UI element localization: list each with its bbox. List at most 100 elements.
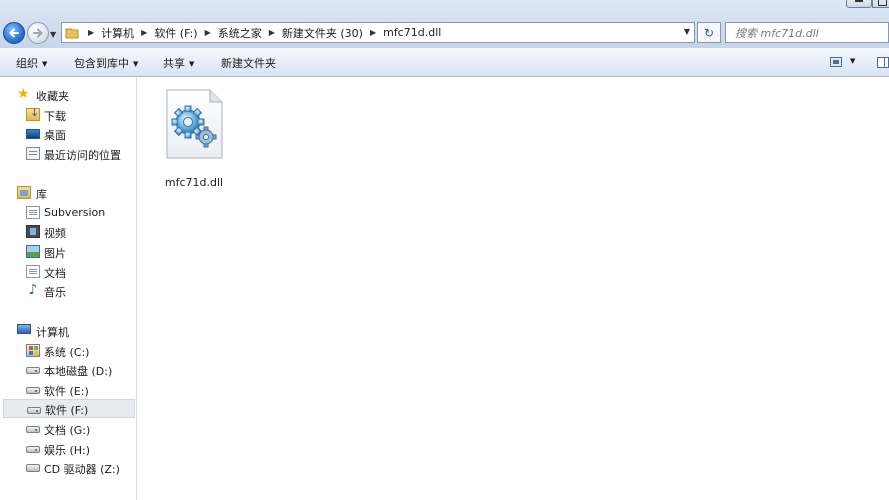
nav-item-drive-d[interactable]: 本地磁盘 (D:) — [0, 360, 135, 379]
nav-item-label: 音乐 — [44, 286, 66, 299]
nav-item-documents[interactable]: 文档 — [0, 262, 135, 281]
refresh-icon: ↻ — [703, 25, 715, 40]
breadcrumb-new-folder[interactable]: 新建文件夹 (30) — [280, 25, 365, 41]
breadcrumb-chevron-icon[interactable]: ▶ — [83, 28, 99, 37]
search-placeholder: 搜索 mfc71d.dll — [735, 26, 819, 40]
breadcrumb-chevron-icon[interactable]: ▶ — [264, 28, 280, 37]
computer-icon — [17, 324, 31, 334]
breadcrumb-current-folder[interactable]: mfc71d.dll — [381, 26, 443, 39]
nav-item-label: 系统 (C:) — [44, 346, 90, 359]
preview-pane-icon[interactable] — [877, 57, 889, 68]
system-drive-icon — [26, 344, 40, 357]
address-history-dropdown-icon[interactable]: ▼ — [684, 27, 690, 36]
hard-drive-icon — [26, 426, 40, 433]
recent-places-icon — [26, 147, 40, 160]
cd-drive-icon — [26, 464, 40, 472]
nav-item-label: 桌面 — [44, 129, 66, 142]
nav-item-drive-g[interactable]: 文档 (G:) — [0, 419, 135, 438]
include-in-library-menu[interactable]: 包含到库中 ▼ — [74, 55, 138, 71]
nav-item-label: 视频 — [44, 227, 66, 240]
hard-drive-icon — [27, 407, 41, 414]
nav-computer[interactable]: 计算机 — [0, 321, 135, 340]
nav-favorites-label: 收藏夹 — [36, 90, 69, 103]
minimize-button[interactable] — [846, 0, 872, 8]
hard-drive-icon — [26, 367, 40, 374]
command-bar: 组织 ▼ 包含到库中 ▼ 共享 ▼ 新建文件夹 ▼ — [0, 48, 889, 77]
document-icon — [26, 265, 40, 278]
forward-button[interactable] — [27, 22, 49, 44]
nav-item-label: Subversion — [44, 206, 106, 219]
nav-item-label: 下载 — [44, 110, 66, 123]
desktop-icon — [26, 129, 40, 139]
back-arrow-icon — [9, 28, 19, 38]
nav-item-downloads[interactable]: 下载 — [0, 105, 135, 124]
breadcrumb-chevron-icon[interactable]: ▶ — [365, 28, 381, 37]
nav-item-label: 文档 (G:) — [44, 424, 91, 437]
nav-item-label: 本地磁盘 (D:) — [44, 365, 113, 378]
organize-menu[interactable]: 组织 ▼ — [16, 55, 47, 71]
forward-arrow-icon — [33, 28, 43, 38]
breadcrumb-xitongzhijia[interactable]: 系统之家 — [216, 25, 264, 41]
new-folder-label: 新建文件夹 — [221, 57, 276, 70]
nav-item-label: 文档 — [44, 267, 66, 280]
include-in-library-label: 包含到库中 — [74, 57, 129, 70]
back-button[interactable] — [3, 22, 25, 44]
nav-item-drive-e[interactable]: 软件 (E:) — [0, 380, 135, 399]
nav-item-music[interactable]: ♪ 音乐 — [0, 281, 135, 300]
nav-item-label: 娱乐 (H:) — [44, 444, 91, 457]
file-item[interactable]: mfc71d.dll — [160, 87, 228, 189]
share-label: 共享 — [163, 57, 185, 70]
nav-item-pictures[interactable]: 图片 — [0, 242, 135, 261]
hard-drive-icon — [26, 446, 40, 453]
recent-pages-dropdown-icon[interactable]: ▼ — [50, 30, 56, 39]
picture-icon — [26, 245, 40, 258]
nav-item-drive-f[interactable]: 软件 (F:) — [3, 399, 135, 418]
nav-item-drive-z[interactable]: CD 驱动器 (Z:) — [0, 458, 135, 477]
nav-libraries[interactable]: 库 — [0, 183, 135, 202]
dropdown-arrow-icon: ▼ — [133, 60, 139, 68]
search-input[interactable]: 搜索 mfc71d.dll — [725, 22, 889, 43]
download-folder-icon — [26, 106, 40, 121]
hard-drive-icon — [26, 387, 40, 394]
restore-button[interactable] — [872, 0, 889, 8]
nav-item-desktop[interactable]: 桌面 — [0, 124, 135, 143]
nav-item-drive-h[interactable]: 娱乐 (H:) — [0, 439, 135, 458]
nav-favorites[interactable]: ★ 收藏夹 — [0, 85, 135, 104]
folder-icon — [65, 26, 79, 40]
star-icon: ★ — [17, 86, 30, 102]
nav-item-drive-c[interactable]: 系统 (C:) — [0, 341, 135, 360]
new-folder-button[interactable]: 新建文件夹 — [221, 55, 276, 71]
navigation-pane: ★ 收藏夹 下载 桌面 最近访问的位置 库 Subversion 视频 图片 文… — [0, 77, 137, 500]
nav-item-subversion[interactable]: Subversion — [0, 203, 135, 222]
nav-item-recent-places[interactable]: 最近访问的位置 — [0, 144, 135, 163]
address-field[interactable]: ▶ 计算机 ▶ 软件 (F:) ▶ 系统之家 ▶ 新建文件夹 (30) ▶ mf… — [61, 22, 695, 43]
breadcrumb: ▶ 计算机 ▶ 软件 (F:) ▶ 系统之家 ▶ 新建文件夹 (30) ▶ mf… — [83, 25, 443, 41]
refresh-button[interactable]: ↻ — [697, 22, 721, 43]
dll-settings-icon — [166, 89, 223, 159]
nav-item-label: 软件 (E:) — [44, 385, 89, 398]
file-name: mfc71d.dll — [164, 176, 224, 189]
change-view-icon[interactable] — [830, 57, 842, 67]
video-icon — [26, 225, 40, 238]
file-list: mfc71d.dll — [137, 77, 889, 500]
share-menu[interactable]: 共享 ▼ — [163, 55, 194, 71]
nav-item-label: CD 驱动器 (Z:) — [44, 463, 120, 476]
nav-computer-label: 计算机 — [36, 326, 69, 339]
view-options-dropdown-icon[interactable]: ▼ — [850, 57, 855, 65]
nav-item-label: 软件 (F:) — [45, 404, 89, 417]
breadcrumb-drive-f[interactable]: 软件 (F:) — [152, 25, 199, 41]
breadcrumb-chevron-icon[interactable]: ▶ — [200, 28, 216, 37]
nav-libraries-label: 库 — [36, 188, 47, 201]
breadcrumb-computer[interactable]: 计算机 — [99, 25, 136, 41]
library-icon — [17, 186, 31, 199]
nav-item-videos[interactable]: 视频 — [0, 222, 135, 241]
address-bar-area: ▼ ▶ 计算机 ▶ 软件 (F:) ▶ 系统之家 ▶ 新建文件夹 (30) ▶ … — [0, 0, 889, 48]
breadcrumb-chevron-icon[interactable]: ▶ — [136, 28, 152, 37]
dropdown-arrow-icon: ▼ — [42, 60, 48, 68]
dropdown-arrow-icon: ▼ — [189, 60, 195, 68]
music-note-icon: ♪ — [28, 282, 38, 298]
nav-item-label: 最近访问的位置 — [44, 149, 121, 162]
nav-item-label: 图片 — [44, 247, 66, 260]
organize-label: 组织 — [16, 57, 38, 70]
document-library-icon — [26, 206, 40, 219]
